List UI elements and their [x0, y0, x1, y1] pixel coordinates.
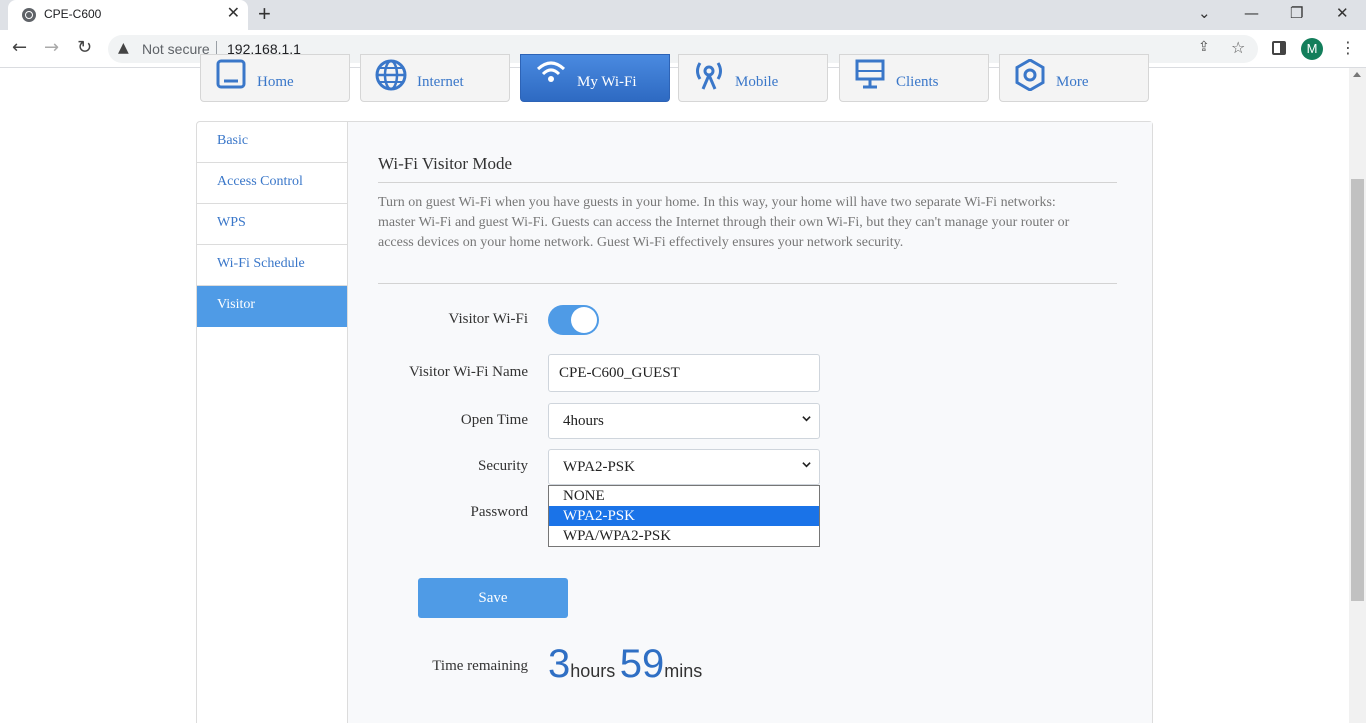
nav-tab-internet[interactable]: Internet: [360, 54, 510, 102]
password-label: Password: [470, 504, 528, 520]
nav-tab-label: More: [1056, 74, 1089, 90]
chevron-down-icon: [802, 416, 811, 422]
bookmark-star-icon[interactable]: ☆: [1231, 38, 1245, 57]
nav-tab-clients[interactable]: Clients: [839, 54, 989, 102]
section-description: Turn on guest Wi-Fi when you have guests…: [378, 195, 1070, 250]
close-tab-icon[interactable]: ✕: [227, 4, 240, 24]
tab-title: CPE-C600: [44, 7, 102, 21]
save-button[interactable]: Save: [418, 578, 568, 618]
visitor-content: Wi-Fi Visitor Mode Turn on guest Wi-Fi w…: [348, 122, 1152, 723]
sidebar-item-visitor[interactable]: Visitor: [197, 286, 347, 327]
nav-tab-home[interactable]: Home: [200, 54, 350, 102]
nav-tab-label: Mobile: [735, 74, 779, 90]
tab-search-icon[interactable]: ⌄: [1198, 4, 1211, 22]
time-remaining-label: Time remaining: [432, 658, 528, 674]
sidebar-item-wifi-schedule[interactable]: Wi-Fi Schedule: [197, 245, 347, 286]
security-option-wpa2-psk[interactable]: WPA2-PSK: [549, 506, 819, 526]
sidebar-item-basic[interactable]: Basic: [197, 122, 347, 163]
back-icon[interactable]: ←: [12, 38, 27, 58]
settings-sidebar: Basic Access Control WPS Wi-Fi Schedule …: [197, 122, 348, 723]
toggle-knob: [571, 307, 597, 333]
monitor-icon: [855, 59, 885, 89]
visitor-wifi-label: Visitor Wi-Fi: [448, 311, 528, 327]
time-remaining-value: 3hours 59mins: [548, 642, 702, 687]
security-option-wpa-wpa2-psk[interactable]: WPA/WPA2-PSK: [549, 526, 819, 546]
visitor-wifi-toggle[interactable]: [548, 305, 599, 335]
remaining-hours: 3: [548, 642, 571, 686]
chevron-down-icon: [802, 462, 811, 468]
profile-avatar[interactable]: M: [1301, 38, 1323, 60]
close-window-icon[interactable]: ✕: [1336, 4, 1349, 22]
globe-icon: [375, 59, 407, 91]
side-panel-icon[interactable]: [1272, 41, 1286, 55]
new-tab-button[interactable]: +: [258, 3, 271, 25]
hours-unit: hours: [570, 661, 616, 681]
gear-icon: [1015, 59, 1045, 91]
sidebar-item-wps[interactable]: WPS: [197, 204, 347, 245]
security-label: Security: [478, 458, 528, 474]
settings-panel: Basic Access Control WPS Wi-Fi Schedule …: [196, 121, 1153, 723]
nav-tab-label: My Wi-Fi: [577, 74, 637, 90]
scroll-up-arrow[interactable]: [1353, 72, 1361, 77]
nav-tab-mobile[interactable]: Mobile: [678, 54, 828, 102]
security-value: WPA2-PSK: [563, 459, 635, 475]
page-scrollbar[interactable]: [1349, 68, 1366, 723]
antenna-icon: [696, 62, 722, 90]
browser-titlebar: CPE-C600 ✕ + ⌄ — ❐ ✕: [0, 0, 1366, 30]
visitor-wifi-name-input[interactable]: CPE-C600_GUEST: [548, 354, 820, 392]
reload-icon[interactable]: ↻: [77, 38, 92, 58]
wifi-icon: [536, 61, 566, 82]
security-dropdown-list: NONE WPA2-PSK WPA/WPA2-PSK: [548, 485, 820, 547]
share-icon[interactable]: ⇪: [1198, 39, 1210, 55]
open-time-select[interactable]: 4hours: [548, 403, 820, 439]
menu-kebab-icon[interactable]: ⋮: [1340, 38, 1356, 58]
home-icon: [216, 59, 246, 89]
section-title: Wi-Fi Visitor Mode: [378, 154, 512, 173]
forward-icon[interactable]: →: [44, 38, 59, 58]
remaining-mins: 59: [619, 642, 665, 686]
sidebar-item-access-control[interactable]: Access Control: [197, 163, 347, 204]
minimize-icon[interactable]: —: [1244, 4, 1259, 22]
restore-icon[interactable]: ❐: [1290, 4, 1303, 22]
warning-icon[interactable]: ▲: [118, 40, 129, 56]
globe-icon: [22, 8, 36, 22]
security-select[interactable]: WPA2-PSK: [548, 449, 820, 485]
scrollbar-thumb[interactable]: [1351, 179, 1364, 601]
mins-unit: mins: [664, 661, 703, 681]
nav-tab-my-wifi[interactable]: My Wi-Fi: [520, 54, 670, 102]
title-divider: [378, 182, 1117, 183]
open-time-value: 4hours: [563, 413, 604, 429]
security-option-none[interactable]: NONE: [549, 486, 819, 506]
nav-tab-label: Clients: [896, 74, 939, 90]
visitor-wifi-name-label: Visitor Wi-Fi Name: [408, 364, 528, 380]
nav-tab-label: Internet: [417, 74, 464, 90]
browser-tab[interactable]: CPE-C600 ✕: [8, 0, 248, 30]
nav-tab-more[interactable]: More: [999, 54, 1149, 102]
nav-tab-label: Home: [257, 74, 294, 90]
description-divider: [378, 283, 1117, 284]
open-time-label: Open Time: [460, 412, 528, 428]
